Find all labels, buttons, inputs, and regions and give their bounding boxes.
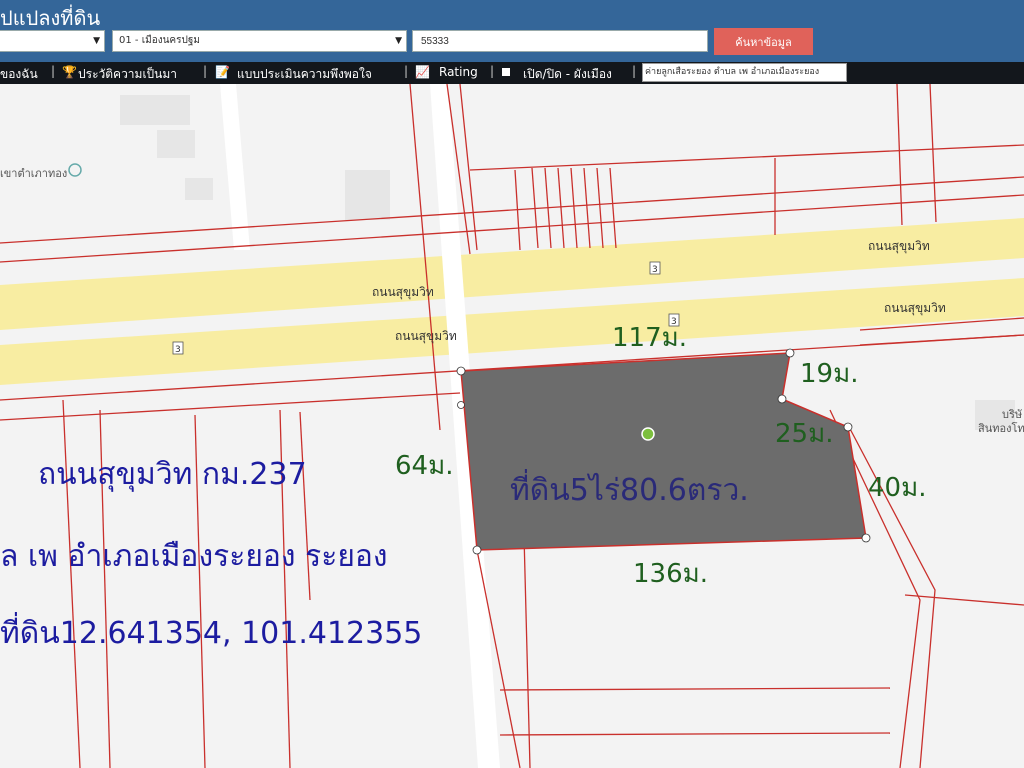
search-button[interactable]: ค้นหาข้อมูล bbox=[714, 28, 813, 55]
toolbar-satisfaction-survey[interactable]: แบบประเมินความพึงพอใจ bbox=[237, 65, 372, 84]
map-pin-icon[interactable] bbox=[641, 427, 655, 441]
square-icon bbox=[502, 68, 510, 76]
dimension-left: 64ม. bbox=[395, 451, 454, 481]
toolbar-divider: | bbox=[404, 64, 409, 78]
location-search-field[interactable]: ค่ายลูกเสือระยอง ตำบล เพ อำเภอเมืองระยอง bbox=[642, 63, 847, 82]
road-label: ถนนสุขุมวิท bbox=[868, 239, 930, 254]
dimension-top: 117ม. bbox=[612, 323, 687, 353]
trophy-icon: 🏆 bbox=[62, 65, 77, 79]
toolbar-divider: | bbox=[51, 64, 56, 78]
toolbar-divider: | bbox=[632, 64, 637, 78]
toolbar-divider: | bbox=[490, 64, 495, 78]
dimension-bottom: 136ม. bbox=[633, 559, 708, 589]
toolbar-my-items[interactable]: ของฉัน bbox=[0, 65, 38, 84]
chevron-down-icon: ▼ bbox=[93, 36, 100, 46]
dimension-right: 40ม. bbox=[868, 473, 927, 503]
annotation-road: ถนนสุขุมวิท กม.237 bbox=[38, 457, 307, 493]
toolbar-history[interactable]: ประวัติความเป็นมา bbox=[78, 65, 177, 84]
parcel-number-input[interactable] bbox=[412, 30, 708, 52]
map-canvas[interactable]: เขาตำเภาทอง ถนนสุขุมวิท ถนนสุขุมวิท ถนนส… bbox=[0, 84, 1024, 768]
district-select[interactable]: 01 - เมืองนครปฐม ▼ bbox=[112, 30, 407, 52]
building-label: สินทองโท bbox=[978, 421, 1024, 435]
dimension-right-top: 19ม. bbox=[800, 359, 859, 389]
svg-text:3: 3 bbox=[175, 345, 181, 355]
annotation-coordinates: ที่ดิน12.641354, 101.412355 bbox=[0, 612, 422, 651]
route-shield: 3 bbox=[649, 261, 661, 275]
parcel-area-label: ที่ดิน5ไร่80.6ตรว. bbox=[510, 469, 749, 508]
district-select-value: 01 - เมืองนครปฐม bbox=[119, 35, 200, 46]
road-label: ถนนสุขุมวิท bbox=[372, 285, 434, 300]
route-shield: 3 bbox=[172, 341, 184, 355]
chevron-down-icon: ▼ bbox=[395, 36, 402, 46]
toolbar-divider: | bbox=[203, 64, 208, 78]
toolbar: ของฉัน | 🏆 ประวัติความเป็นมา | 📝 แบบประเ… bbox=[0, 62, 1024, 84]
annotation-address: ล เพ อำเภอเมืองระยอง ระยอง bbox=[0, 539, 388, 574]
toolbar-toggle-cityplan[interactable]: เปิด/ปิด - ผังเมือง bbox=[523, 65, 612, 84]
building-label: บริษั bbox=[1002, 408, 1022, 421]
chart-icon: 📈 bbox=[415, 65, 430, 79]
road-label: ถนนสุขุมวิท bbox=[884, 301, 946, 316]
province-select[interactable]: ▼ bbox=[0, 30, 105, 52]
header-bar: ปแปลงที่ดิน ▼ 01 - เมืองนครปฐม▼ ค้นหาข้อ… bbox=[0, 0, 1024, 62]
road-label: ถนนสุขุมวิท bbox=[395, 329, 457, 344]
dimension-right-inner: 25ม. bbox=[775, 419, 834, 449]
svg-text:3: 3 bbox=[652, 265, 658, 275]
survey-icon: 📝 bbox=[215, 65, 230, 79]
toolbar-rating[interactable]: Rating bbox=[439, 65, 478, 79]
place-label: เขาตำเภาทอง bbox=[0, 167, 67, 180]
